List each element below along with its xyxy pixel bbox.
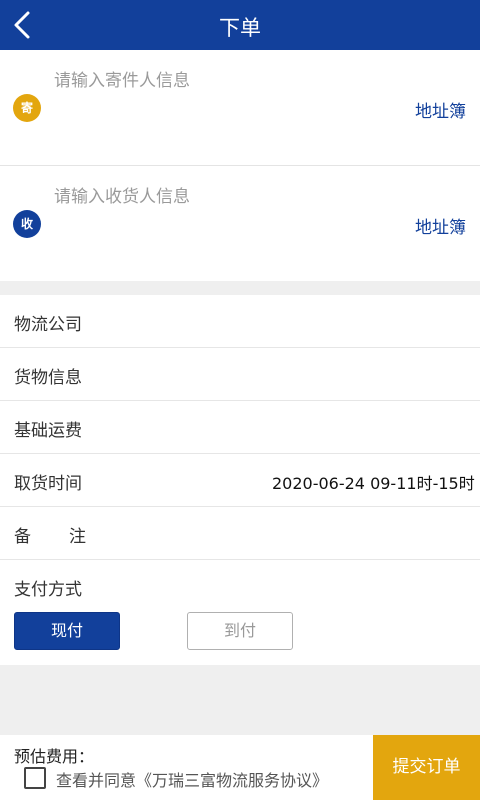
sender-section[interactable]: 请输入寄件人信息 寄 地址簿 (0, 50, 480, 165)
payment-method-label: 支付方式 (14, 580, 82, 600)
estimate-label: 预估费用： (14, 747, 95, 766)
page-title: 下单 (219, 16, 261, 40)
agreement-link[interactable]: 查看并同意《万瑞三富物流服务协议》 (56, 767, 373, 791)
row-logistics-company[interactable]: 物流公司 (0, 295, 480, 348)
pay-on-delivery-button[interactable]: 到付 (187, 612, 293, 650)
row-label: 基础运费 (14, 421, 82, 441)
row-label: 物流公司 (14, 315, 82, 335)
receiver-section[interactable]: 请输入收货人信息 收 地址簿 (0, 166, 480, 281)
row-label: 取货时间 (14, 474, 82, 494)
app-header: 下单 (0, 0, 480, 50)
sender-address-book-link[interactable]: 地址簿 (415, 97, 466, 122)
sender-badge-icon: 寄 (13, 94, 41, 122)
row-base-freight[interactable]: 基础运费 (0, 401, 480, 454)
row-label: 货物信息 (14, 368, 82, 388)
submit-order-button[interactable]: 提交订单 (373, 735, 480, 800)
pay-now-button[interactable]: 现付 (14, 612, 120, 650)
row-pickup-time[interactable]: 取货时间 2020-06-24 09-11时-15时 (0, 454, 480, 507)
receiver-input[interactable]: 请输入收货人信息 (54, 182, 190, 207)
row-label: 备注 (14, 527, 124, 547)
row-remarks[interactable]: 备注 (0, 507, 480, 560)
row-goods-info[interactable]: 货物信息 (0, 348, 480, 401)
receiver-address-book-link[interactable]: 地址簿 (415, 213, 466, 238)
order-form: 物流公司 货物信息 基础运费 取货时间 2020-06-24 09-11时-15… (0, 295, 480, 665)
sender-input[interactable]: 请输入寄件人信息 (54, 66, 190, 91)
receiver-badge-icon: 收 (13, 210, 41, 238)
pickup-time-value[interactable]: 2020-06-24 09-11时-15时 (272, 470, 475, 494)
agreement-checkbox[interactable] (24, 767, 46, 789)
